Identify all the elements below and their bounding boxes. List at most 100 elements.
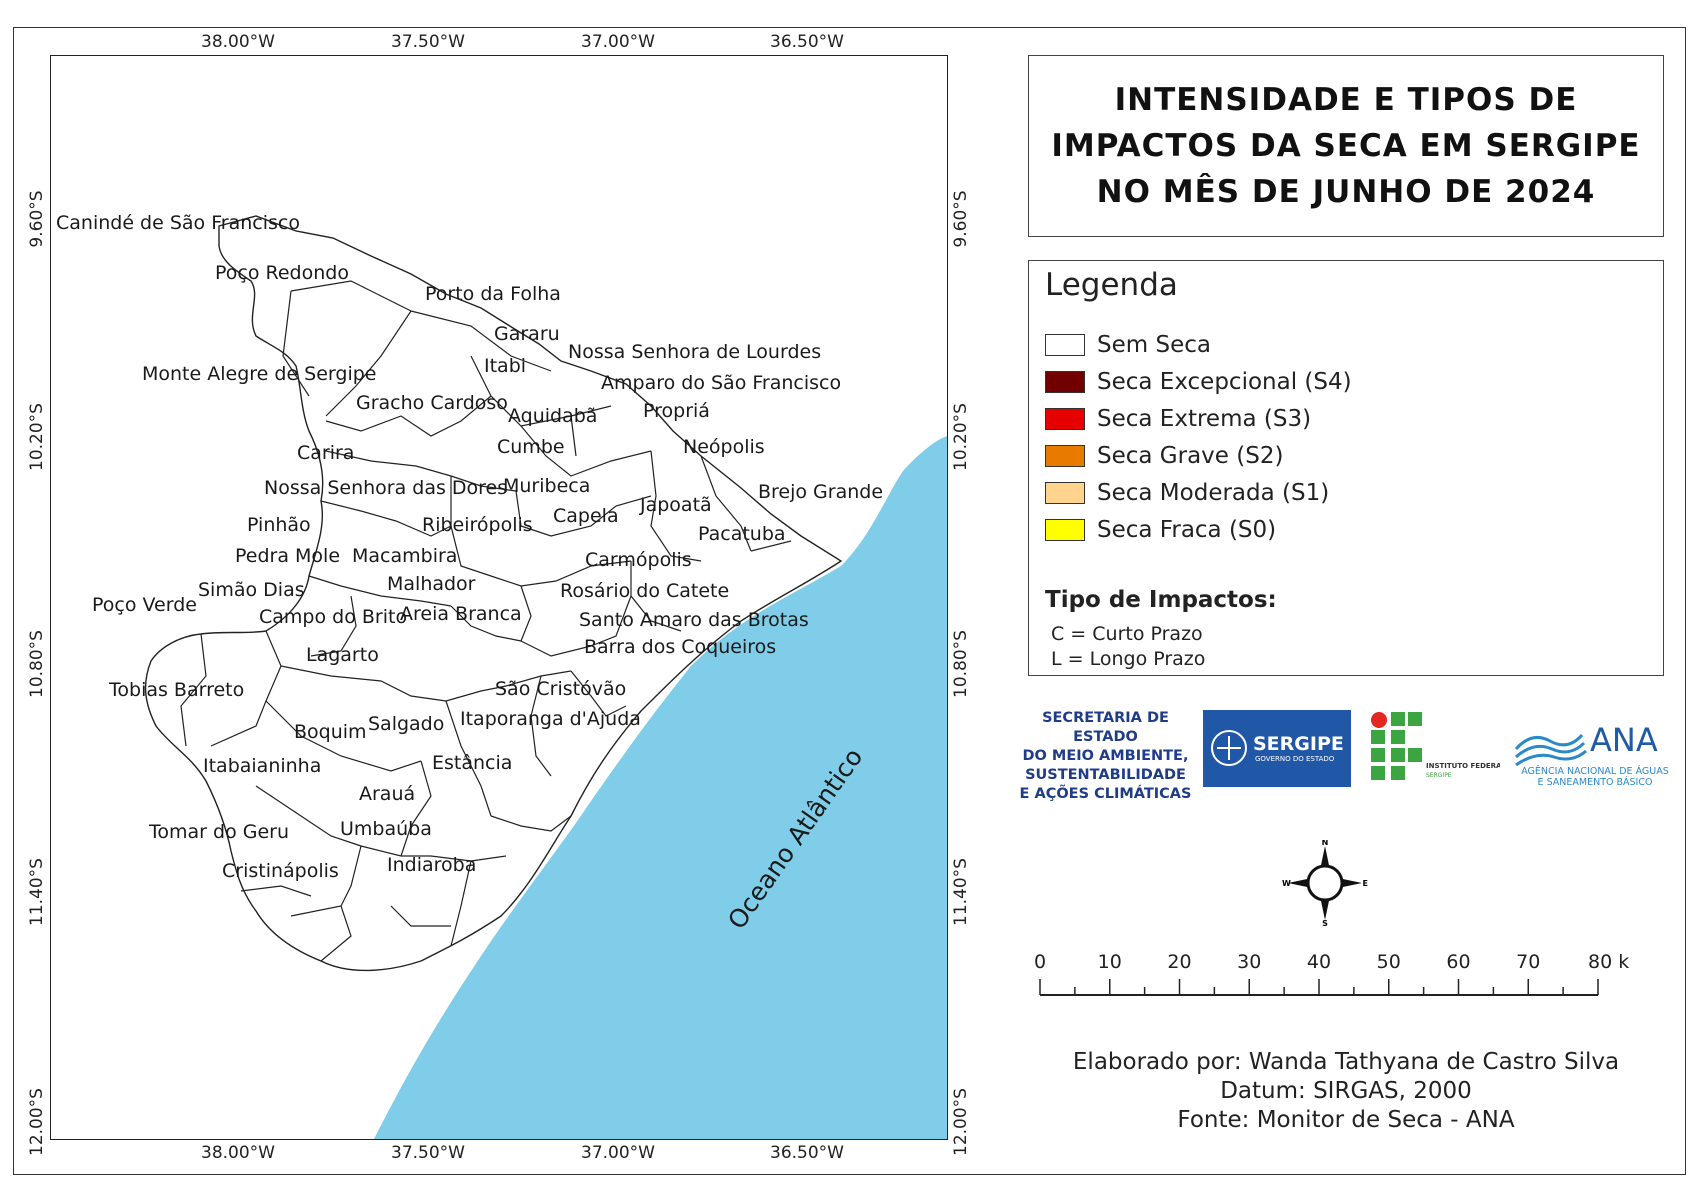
legend-swatch — [1045, 371, 1085, 393]
legend-item: Seca Fraca (S0) — [1045, 516, 1276, 544]
credit-datum: Datum: SIRGAS, 2000 — [1220, 1078, 1472, 1104]
semac-line: E AÇÕES CLIMÁTICAS — [1019, 786, 1192, 802]
municipality-label: Rosário do Catete — [560, 580, 729, 602]
legend-swatch — [1045, 445, 1085, 467]
compass-n: N — [1322, 840, 1329, 847]
municipality-label: Santo Amaro das Brotas — [579, 609, 809, 631]
credit-source: Fonte: Monitor de Seca - ANA — [1177, 1107, 1515, 1133]
scale-label: 30 — [1237, 951, 1261, 973]
municipality-label: Itaporanga d'Ajuda — [460, 708, 641, 730]
lon-label-top: 36.50°W — [770, 32, 844, 52]
municipality-label: Nossa Senhora das Dores — [264, 477, 507, 499]
scale-ticks — [1039, 979, 1599, 995]
lon-label-bottom: 37.00°W — [581, 1143, 655, 1163]
municipality-label: Macambira — [352, 545, 457, 567]
scale-label: 80 km — [1588, 951, 1630, 973]
lon-label-bottom: 38.00°W — [201, 1143, 275, 1163]
legend-swatch — [1045, 519, 1085, 541]
municipality-label: Estância — [432, 752, 512, 774]
scale-label: 0 — [1034, 951, 1046, 973]
ifs-line: SERGIPE — [1426, 772, 1452, 779]
lat-label-left: 12.00°S — [27, 1088, 47, 1156]
ifs-logo: INSTITUTO FEDERAL SERGIPE — [1370, 711, 1506, 787]
municipality-label: Areia Branca — [400, 603, 522, 625]
scale-label: 60 — [1446, 951, 1470, 973]
lat-label-right: 11.40°S — [951, 858, 971, 926]
legend-swatch — [1045, 334, 1085, 356]
municipality-label: Gararu — [494, 323, 560, 345]
municipality-label: Brejo Grande — [758, 481, 883, 503]
sergipe-text: SERGIPE — [1253, 733, 1344, 755]
ifs-line: INSTITUTO FEDERAL — [1426, 762, 1500, 770]
municipality-label: Carira — [297, 442, 354, 464]
scale-label: 50 — [1377, 951, 1401, 973]
impacts-title: Tipo de Impactos: — [1045, 587, 1277, 613]
legend-item: Seca Grave (S2) — [1045, 442, 1283, 470]
title-box: INTENSIDADE E TIPOS DE IMPACTOS DA SECA … — [1028, 55, 1664, 237]
municipality-label: Itabaianinha — [203, 755, 321, 777]
compass-s: S — [1322, 919, 1328, 926]
legend-title: Legenda — [1045, 267, 1178, 303]
compass-w: W — [1282, 879, 1291, 888]
ana-text: ANA — [1590, 721, 1658, 759]
semac-line: SECRETARIA DE ESTADO — [1042, 710, 1169, 745]
legend-label: Seca Grave (S2) — [1097, 443, 1284, 469]
ana-logo: ANA AGÊNCIA NACIONAL DE ÁGUAS E SANEAMEN… — [1512, 711, 1678, 788]
lat-label-right: 12.00°S — [951, 1088, 971, 1156]
municipality-label: Indiaroba — [387, 854, 476, 876]
legend-item: Seca Excepcional (S4) — [1045, 368, 1352, 396]
sergipe-logo: SERGIPE GOVERNO DO ESTADO — [1203, 710, 1351, 787]
lat-label-right: 10.20°S — [951, 403, 971, 471]
municipality-label: Poço Redondo — [215, 262, 349, 284]
lon-label-top: 37.00°W — [581, 32, 655, 52]
municipality-label: Muribeca — [503, 475, 590, 497]
sergipe-sub: GOVERNO DO ESTADO — [1255, 755, 1335, 763]
map-title-line: IMPACTOS DA SECA EM SERGIPE — [1051, 128, 1641, 164]
legend-swatch — [1045, 408, 1085, 430]
municipality-label: Nossa Senhora de Lourdes — [568, 341, 821, 363]
municipality-label: Pinhão — [247, 514, 311, 536]
lon-label-top: 37.50°W — [391, 32, 465, 52]
legend-label: Seca Extrema (S3) — [1097, 406, 1312, 432]
municipality-label: Simão Dias — [198, 579, 305, 601]
municipality-label: Cristinápolis — [222, 860, 339, 882]
lat-label-left: 10.20°S — [27, 403, 47, 471]
municipality-label: Aquidabã — [508, 405, 597, 427]
municipality-label: Gracho Cardoso — [356, 392, 508, 414]
legend-swatch — [1045, 482, 1085, 504]
legend-label: Seca Excepcional (S4) — [1097, 369, 1352, 395]
compass-e: E — [1363, 879, 1368, 888]
ana-wave-icon — [1514, 733, 1587, 767]
scale-bar: 0 10 20 30 40 50 60 70 80 km — [1030, 948, 1648, 1004]
municipality-label: Lagarto — [306, 644, 379, 666]
municipality-label: Cumbe — [497, 436, 565, 458]
compass-rose-icon — [1288, 846, 1362, 920]
north-arrow: N S E W — [1282, 838, 1368, 928]
municipality-label: Pacatuba — [698, 523, 786, 545]
impact-item: L = Longo Prazo — [1051, 648, 1206, 670]
legend-label: Seca Fraca (S0) — [1097, 517, 1277, 543]
seal-cross — [1217, 736, 1241, 760]
municipality-label: Propriá — [643, 400, 710, 422]
map-title-line: INTENSIDADE E TIPOS DE — [1114, 82, 1578, 118]
municipality-label: Tobias Barreto — [108, 679, 244, 701]
scale-label: 40 — [1307, 951, 1331, 973]
impact-item: C = Curto Prazo — [1051, 623, 1203, 645]
municipality-label: Monte Alegre de Sergipe — [142, 363, 377, 385]
municipality-label: Arauá — [359, 783, 415, 805]
lat-label-left: 11.40°S — [27, 858, 47, 926]
municipality-label: Capela — [553, 505, 619, 527]
scale-label: 70 — [1516, 951, 1540, 973]
map-panel: Oceano Atlântico Canindé de São Francisc… — [50, 55, 948, 1140]
municipality-label: Malhador — [387, 573, 476, 595]
lat-label-right: 10.80°S — [951, 630, 971, 698]
municipality-label: Poço Verde — [92, 594, 197, 616]
municipality-label: Salgado — [368, 713, 444, 735]
semac-logo: SECRETARIA DE ESTADO DO MEIO AMBIENTE, S… — [1008, 709, 1203, 804]
municipality-label: Pedra Mole — [235, 545, 340, 567]
municipality-label: Ribeirópolis — [422, 514, 533, 536]
municipality-label: Itabi — [484, 355, 526, 377]
lon-label-top: 38.00°W — [201, 32, 275, 52]
municipality-label: Japoatã — [639, 494, 712, 516]
logos-row: SECRETARIA DE ESTADO DO MEIO AMBIENTE, S… — [1008, 705, 1678, 802]
